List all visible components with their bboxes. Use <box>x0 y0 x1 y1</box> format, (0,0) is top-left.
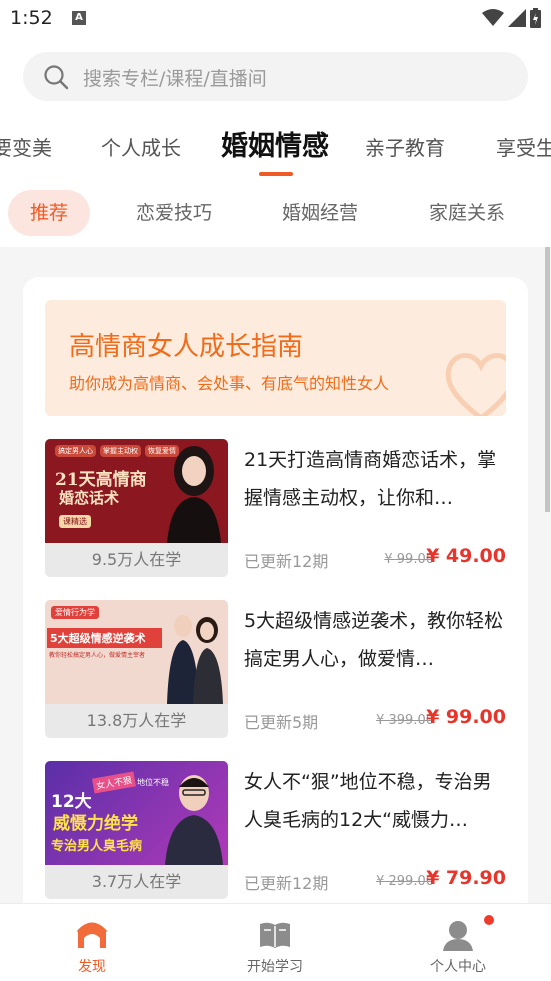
notification-icon: A <box>72 11 86 25</box>
heart-icon <box>445 353 506 416</box>
user-icon <box>443 921 473 951</box>
course-thumbnail: 搞定男人心 掌握主动权 恢复爱情 21天高情商 婚恋话术 课精选 9.5万人在学 <box>45 439 228 577</box>
current-price: ¥ 49.00 <box>426 545 506 567</box>
scrollbar[interactable] <box>545 247 550 512</box>
nav-start-learning[interactable]: 开始学习 <box>205 904 345 981</box>
nav-label: 个人中心 <box>430 959 486 975</box>
current-price: ¥ 79.90 <box>426 867 506 889</box>
signal-icon <box>508 9 526 27</box>
course-item[interactable]: 女人不狠 地位不稳 12大 威慑力绝学 专治男人臭毛病 3.7万人在学 女人不“… <box>45 761 506 901</box>
course-item[interactable]: 爱情行为学 5大超级情感逆袭术 教你轻松搞定男人心，做爱情主宰者 13.8万人在… <box>45 600 506 740</box>
cover-tag: 掌握主动权 <box>100 445 141 457</box>
update-count: 已更新12期 <box>244 552 329 571</box>
wifi-icon <box>482 9 504 26</box>
cover-headline-2: 婚恋话术 <box>59 489 120 507</box>
presenter-photo <box>167 615 223 704</box>
course-title: 21天打造高情商婚恋话术，掌握情感主动权，让你和… <box>244 449 497 509</box>
cover-headline-2: 威慑力绝学 <box>53 814 138 834</box>
search-icon <box>44 65 69 90</box>
search-input[interactable]: 搜索专栏/课程/直播间 <box>83 64 267 91</box>
notification-dot <box>484 915 494 925</box>
status-time: 1:52 <box>10 7 53 29</box>
tab-enjoy-life[interactable]: 享受生 <box>496 132 551 161</box>
tab-parenting[interactable]: 亲子教育 <box>365 132 445 161</box>
course-thumbnail: 爱情行为学 5大超级情感逆袭术 教你轻松搞定男人心，做爱情主宰者 13.8万人在… <box>45 600 228 738</box>
sub-tabs: 推荐 恋爱技巧 婚姻经营 家庭关系 <box>0 190 551 236</box>
search-bar[interactable]: 搜索专栏/课程/直播间 <box>23 52 528 101</box>
course-item[interactable]: 搞定男人心 掌握主动权 恢复爱情 21天高情商 婚恋话术 课精选 9.5万人在学… <box>45 439 506 579</box>
section-banner[interactable]: 高情商女人成长指南 助你成为高情商、会处事、有底气的知性女人 <box>45 300 506 416</box>
status-bar: 1:52 A <box>0 0 551 36</box>
header: 搜索专栏/课程/直播间 要变美 个人成长 婚姻情感 亲子教育 享受生 推荐 恋爱… <box>0 36 551 247</box>
nav-discover[interactable]: 发现 <box>22 904 162 981</box>
subtab-marriage-management[interactable]: 婚姻经营 <box>282 190 358 236</box>
course-cover-image: 搞定男人心 掌握主动权 恢复爱情 21天高情商 婚恋话术 课精选 <box>45 439 228 543</box>
active-tab-indicator <box>259 172 293 176</box>
status-icons <box>482 8 541 28</box>
cover-headline: 5大超级情感逆袭术 <box>47 628 162 648</box>
cover-tag: 搞定男人心 <box>55 445 96 457</box>
tab-beauty[interactable]: 要变美 <box>0 132 52 161</box>
tab-marriage[interactable]: 婚姻情感 <box>221 124 329 163</box>
current-price: ¥ 99.00 <box>426 706 506 728</box>
cover-tag: 爱情行为学 <box>51 606 99 619</box>
bottom-nav: 发现 开始学习 个人中心 <box>0 903 551 981</box>
nav-profile[interactable]: 个人中心 <box>388 904 528 981</box>
update-count: 已更新12期 <box>244 874 329 893</box>
learner-count: 3.7万人在学 <box>91 872 182 891</box>
course-section-card: 高情商女人成长指南 助你成为高情商、会处事、有底气的知性女人 搞定男人心 掌握主… <box>23 277 528 917</box>
subtab-recommend[interactable]: 推荐 <box>8 190 91 236</box>
cover-headline-2: 教你轻松搞定男人心，做爱情主宰者 <box>49 652 146 659</box>
course-cover-image: 女人不狠 地位不稳 12大 威慑力绝学 专治男人臭毛病 <box>45 761 228 865</box>
banner-subtitle: 助你成为高情商、会处事、有底气的知性女人 <box>69 374 390 393</box>
cover-badge: 专治男人臭毛病 <box>51 839 143 854</box>
nav-label: 开始学习 <box>247 959 303 975</box>
tab-personal-growth[interactable]: 个人成长 <box>101 132 181 161</box>
learner-count: 13.8万人在学 <box>86 711 187 730</box>
update-count: 已更新5期 <box>244 713 319 732</box>
book-icon <box>260 922 290 948</box>
subtab-dating-skills[interactable]: 恋爱技巧 <box>136 190 212 236</box>
course-title: 女人不“狠”地位不稳，专治男人臭毛病的12大“威慑力… <box>244 771 492 831</box>
category-tabs: 要变美 个人成长 婚姻情感 亲子教育 享受生 <box>0 124 551 168</box>
presenter-photo <box>167 446 221 543</box>
presenter-photo <box>165 775 223 865</box>
course-title: 5大超级情感逆袭术，教你轻松搞定男人心，做爱情… <box>244 610 504 670</box>
battery-icon <box>530 8 541 28</box>
nav-label: 发现 <box>78 959 106 975</box>
cover-tag: 女人不狠 <box>92 771 136 794</box>
banner-title: 高情商女人成长指南 <box>69 332 304 362</box>
discover-icon <box>76 922 108 948</box>
cover-badge: 课精选 <box>59 515 91 528</box>
course-cover-image: 爱情行为学 5大超级情感逆袭术 教你轻松搞定男人心，做爱情主宰者 <box>45 600 228 704</box>
learner-count: 9.5万人在学 <box>91 550 182 569</box>
course-thumbnail: 女人不狠 地位不稳 12大 威慑力绝学 专治男人臭毛病 3.7万人在学 <box>45 761 228 899</box>
subtab-family-relations[interactable]: 家庭关系 <box>429 190 505 236</box>
